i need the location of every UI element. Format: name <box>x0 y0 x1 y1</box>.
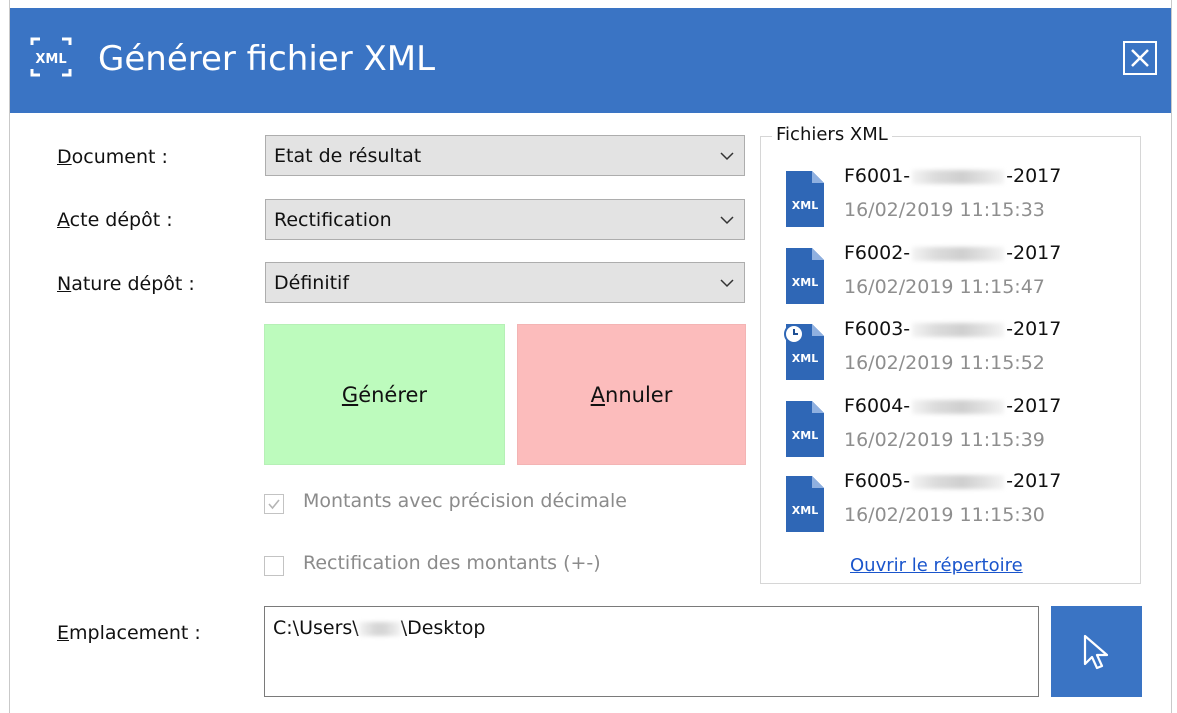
file-item[interactable]: XML F6004- -2017 16/02/2019 11:15:39 <box>780 395 1120 468</box>
file-name: F6004- -2017 <box>844 395 1062 417</box>
generate-xml-dialog: XML Générer fichier XML Document : Etat … <box>9 0 1172 713</box>
nature-depot-select[interactable]: Définitif <box>265 262 745 303</box>
svg-text:XML: XML <box>792 276 818 289</box>
file-name: F6002- -2017 <box>844 242 1062 264</box>
window-title: Générer fichier XML <box>98 39 436 79</box>
file-item[interactable]: XML F6005- -2017 16/02/2019 11:15:30 <box>780 470 1120 543</box>
file-name: F6005- -2017 <box>844 470 1062 492</box>
location-field[interactable]: C:\Users\ \Desktop <box>264 606 1039 697</box>
nature-depot-value: Définitif <box>274 272 350 294</box>
file-name: F6003- -2017 <box>844 318 1062 340</box>
xml-files-title: Fichiers XML <box>772 124 892 145</box>
file-date: 16/02/2019 11:15:47 <box>844 276 1045 298</box>
generate-button[interactable]: Générer <box>264 324 505 465</box>
svg-text:XML: XML <box>35 52 66 67</box>
nature-depot-label: Nature dépôt : <box>57 273 195 295</box>
file-item[interactable]: XML F6003- -2017 16/02/2019 11:15:52 <box>780 318 1120 391</box>
document-value: Etat de résultat <box>274 145 422 167</box>
document-label: Document : <box>57 146 168 168</box>
svg-text:XML: XML <box>792 199 818 212</box>
xml-file-icon: XML <box>786 476 824 532</box>
file-date: 16/02/2019 11:15:30 <box>844 504 1045 526</box>
location-path: C:\Users\ \Desktop <box>273 617 486 639</box>
checkmark-icon <box>268 499 280 510</box>
xml-file-icon: XML <box>786 248 824 304</box>
open-directory-link[interactable]: Ouvrir le répertoire <box>850 555 1023 576</box>
file-name: F6001- -2017 <box>844 165 1062 187</box>
xml-file-clock-icon: XML <box>784 324 824 380</box>
xml-file-icon: XML <box>786 401 824 457</box>
close-button[interactable] <box>1123 41 1157 75</box>
chevron-down-icon <box>720 279 734 288</box>
browse-button[interactable] <box>1051 606 1142 697</box>
amount-rectification-label: Rectification des montants (+-) <box>303 552 601 574</box>
acte-depot-select[interactable]: Rectification <box>265 199 745 240</box>
xml-file-icon: XML <box>786 171 824 227</box>
file-item[interactable]: XML F6001- -2017 16/02/2019 11:15:33 <box>780 165 1120 238</box>
svg-text:XML: XML <box>792 504 818 517</box>
file-date: 16/02/2019 11:15:39 <box>844 429 1045 451</box>
file-date: 16/02/2019 11:15:52 <box>844 352 1045 374</box>
chevron-down-icon <box>720 216 734 225</box>
cancel-button[interactable]: Annuler <box>517 324 746 465</box>
document-select[interactable]: Etat de résultat <box>265 135 745 176</box>
acte-depot-value: Rectification <box>274 209 392 231</box>
svg-text:XML: XML <box>792 429 818 442</box>
decimal-precision-checkbox[interactable] <box>264 494 284 514</box>
chevron-down-icon <box>720 152 734 161</box>
xml-icon: XML <box>28 35 74 79</box>
title-bar: XML Générer fichier XML <box>10 8 1171 113</box>
file-item[interactable]: XML F6002- -2017 16/02/2019 11:15:47 <box>780 242 1120 315</box>
decimal-precision-label: Montants avec précision décimale <box>303 490 627 512</box>
svg-text:XML: XML <box>792 352 818 365</box>
location-label: Emplacement : <box>57 622 201 644</box>
acte-depot-label: Acte dépôt : <box>57 209 173 231</box>
close-icon <box>1131 49 1149 67</box>
file-date: 16/02/2019 11:15:33 <box>844 199 1045 221</box>
amount-rectification-checkbox[interactable] <box>264 556 284 576</box>
cursor-pointer-icon <box>1083 634 1109 670</box>
